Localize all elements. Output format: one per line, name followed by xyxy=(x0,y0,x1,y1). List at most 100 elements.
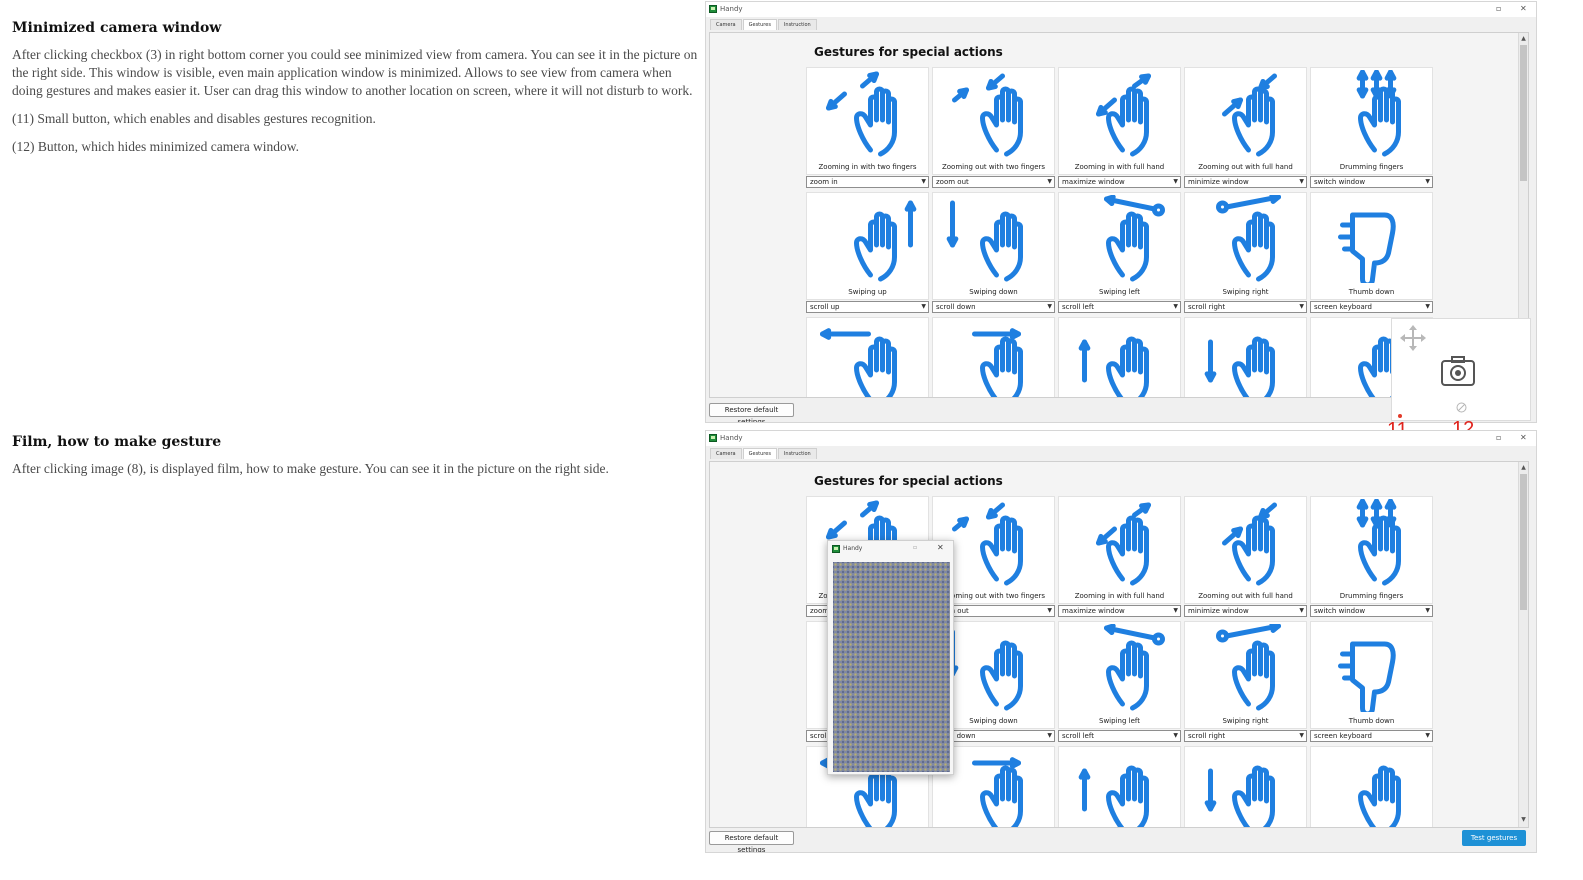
gesture-image[interactable]: Swiping left xyxy=(1058,192,1181,300)
gesture-image[interactable] xyxy=(1184,746,1307,827)
gesture-image[interactable]: Drumming fingers xyxy=(1310,67,1433,175)
gesture-cell: Swiping left scroll left ▼ xyxy=(1058,621,1181,745)
gesture-label: Zooming out with two fingers xyxy=(941,163,1046,171)
close-icon[interactable]: ✕ xyxy=(1520,433,1527,442)
doc-section-minimized-camera: Minimized camera window After clicking c… xyxy=(12,20,702,166)
gesture-action-select[interactable]: scroll down ▼ xyxy=(932,301,1055,313)
maximize-icon[interactable]: ▫ xyxy=(913,544,917,551)
chevron-down-icon: ▼ xyxy=(1299,607,1304,614)
tab-camera[interactable]: Camera xyxy=(710,448,742,459)
chevron-down-icon: ▼ xyxy=(1047,607,1052,614)
gesture-image[interactable] xyxy=(806,317,929,397)
window-title: Handy xyxy=(720,434,743,442)
gesture-image[interactable] xyxy=(1058,746,1181,827)
gesture-image[interactable]: Zooming out with full hand xyxy=(1184,67,1307,175)
test-gestures-button[interactable]: Test gestures xyxy=(1462,830,1526,846)
gesture-action-value: screen keyboard xyxy=(1314,303,1372,311)
gesture-image[interactable]: Zooming out with full hand xyxy=(1184,496,1307,604)
maximize-icon[interactable]: ▫ xyxy=(1496,4,1501,13)
gesture-image[interactable]: Swiping right xyxy=(1184,192,1307,300)
gesture-action-select[interactable]: scroll right ▼ xyxy=(1184,730,1307,742)
gesture-image[interactable] xyxy=(932,317,1055,397)
gesture-action-select[interactable]: scroll left ▼ xyxy=(1058,301,1181,313)
scroll-up-icon[interactable]: ▲ xyxy=(1519,464,1528,473)
app-logo-icon xyxy=(832,545,840,553)
chevron-down-icon: ▼ xyxy=(921,178,926,185)
full-hand-zoom-in-icon xyxy=(1096,502,1151,586)
gesture-cell: Swiping up scroll up ▼ xyxy=(806,192,929,316)
gesture-action-select[interactable]: screen keyboard ▼ xyxy=(1310,730,1433,742)
popup-titlebar[interactable]: Handy ▫ ✕ xyxy=(828,541,953,557)
gesture-image[interactable]: Swiping up xyxy=(806,192,929,300)
tab-strip: Camera Gestures Instruction xyxy=(710,448,818,460)
gesture-action-select[interactable]: screen keyboard ▼ xyxy=(1310,301,1433,313)
app-logo-icon xyxy=(709,434,717,442)
window-titlebar[interactable]: Handy ▫ ✕ xyxy=(706,431,1536,446)
gesture-action-select[interactable]: maximize window ▼ xyxy=(1058,176,1181,188)
gesture-image[interactable]: Zooming out with two fingers xyxy=(932,67,1055,175)
scroll-down-icon[interactable]: ▼ xyxy=(1519,816,1528,825)
gesture-film-popup[interactable]: Handy ▫ ✕ xyxy=(827,540,954,775)
scroll-thumb[interactable] xyxy=(1520,474,1527,610)
two-finger-right-icon xyxy=(972,328,1023,397)
gesture-cell: Zooming in with full hand maximize windo… xyxy=(1058,67,1181,191)
restore-defaults-button[interactable]: Restore default settings xyxy=(709,831,794,852)
chevron-down-icon: ▼ xyxy=(921,303,926,310)
tab-instruction[interactable]: Instruction xyxy=(777,448,817,459)
maximize-icon[interactable]: ▫ xyxy=(1496,433,1501,442)
swipe-right-icon xyxy=(1216,195,1281,282)
chevron-down-icon: ▼ xyxy=(1173,607,1178,614)
tab-instruction[interactable]: Instruction xyxy=(777,19,817,30)
gesture-image[interactable] xyxy=(1310,746,1433,827)
scroll-up-icon[interactable]: ▲ xyxy=(1519,35,1528,44)
gesture-image[interactable]: Thumb down xyxy=(1310,192,1433,300)
tab-camera[interactable]: Camera xyxy=(710,19,742,30)
hide-camera-icon[interactable] xyxy=(1456,402,1467,413)
gesture-image[interactable]: Zooming in with two fingers xyxy=(806,67,929,175)
gesture-image[interactable]: Zooming in with full hand xyxy=(1058,67,1181,175)
restore-defaults-button[interactable]: Restore default settings xyxy=(709,403,794,422)
swipe-left-icon xyxy=(1104,195,1165,282)
gesture-action-select[interactable]: minimize window ▼ xyxy=(1184,176,1307,188)
scroll-thumb[interactable] xyxy=(1520,45,1527,181)
camera-icon[interactable] xyxy=(1440,355,1476,387)
section-heading: Film, how to make gesture xyxy=(12,434,222,450)
gesture-image[interactable]: Drumming fingers xyxy=(1310,496,1433,604)
vertical-scrollbar[interactable]: ▲ ▼ xyxy=(1518,462,1528,827)
chevron-down-icon: ▼ xyxy=(1173,303,1178,310)
close-icon[interactable]: ✕ xyxy=(937,543,944,552)
gesture-action-select[interactable]: scroll left ▼ xyxy=(1058,730,1181,742)
gesture-image[interactable] xyxy=(1184,317,1307,397)
gesture-action-select[interactable]: scroll right ▼ xyxy=(1184,301,1307,313)
tab-gestures[interactable]: Gestures xyxy=(742,448,777,459)
gesture-image[interactable] xyxy=(1058,317,1181,397)
window-titlebar[interactable]: Handy ▫ ✕ xyxy=(706,2,1536,17)
chevron-down-icon: ▼ xyxy=(1173,732,1178,739)
tab-gestures[interactable]: Gestures xyxy=(742,19,777,30)
gesture-image[interactable]: Swiping right xyxy=(1184,621,1307,729)
gesture-image[interactable]: Thumb down xyxy=(1310,621,1433,729)
section-title: Gestures for special actions xyxy=(814,45,1003,59)
gesture-action-select[interactable]: minimize window ▼ xyxy=(1184,605,1307,617)
gesture-action-select[interactable]: maximize window ▼ xyxy=(1058,605,1181,617)
close-icon[interactable]: ✕ xyxy=(1520,4,1527,13)
gesture-image[interactable]: Zooming in with full hand xyxy=(1058,496,1181,604)
doc-section-film: Film, how to make gesture After clicking… xyxy=(12,434,702,488)
gesture-label: Thumb down xyxy=(1348,717,1395,725)
gesture-image[interactable]: Swiping down xyxy=(932,192,1055,300)
gesture-action-select[interactable]: zoom out ▼ xyxy=(932,176,1055,188)
full-hand-zoom-out-icon xyxy=(1222,73,1277,157)
gesture-film-video[interactable] xyxy=(833,562,950,772)
gesture-action-value: scroll right xyxy=(1188,732,1226,740)
popup-title: Handy xyxy=(843,545,863,552)
move-icon[interactable] xyxy=(1400,325,1426,351)
minimized-camera-window[interactable] xyxy=(1391,318,1531,421)
gesture-action-select[interactable]: switch window ▼ xyxy=(1310,176,1433,188)
gesture-action-select[interactable]: zoom in ▼ xyxy=(806,176,929,188)
gesture-action-select[interactable]: scroll up ▼ xyxy=(806,301,929,313)
gesture-action-value: scroll right xyxy=(1188,303,1226,311)
open-hand-icon xyxy=(1358,765,1401,827)
gesture-recognition-toggle[interactable] xyxy=(1398,414,1402,418)
gesture-action-select[interactable]: switch window ▼ xyxy=(1310,605,1433,617)
gesture-image[interactable]: Swiping left xyxy=(1058,621,1181,729)
